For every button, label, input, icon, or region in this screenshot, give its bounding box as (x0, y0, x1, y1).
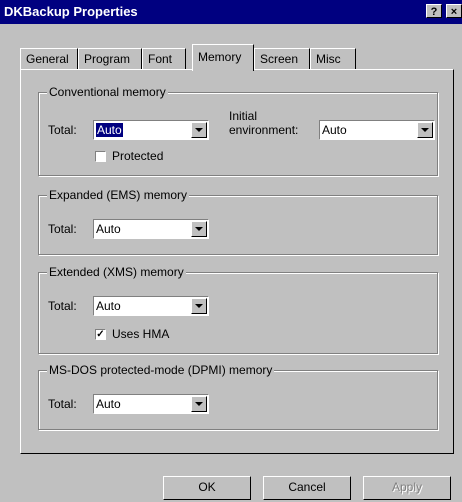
xms-total-value: Auto (96, 299, 121, 313)
initial-environment-label-line1: Initial (229, 109, 258, 123)
ems-total-select[interactable]: Auto (93, 219, 209, 239)
ems-total-label: Total: (48, 222, 77, 236)
initial-environment-label-line2: environment: (229, 123, 299, 137)
chevron-down-icon[interactable] (417, 122, 433, 138)
dpmi-memory-legend: MS-DOS protected-mode (DPMI) memory (47, 363, 275, 377)
chevron-down-icon[interactable] (191, 298, 207, 314)
chevron-down-icon[interactable] (191, 221, 207, 237)
help-button[interactable]: ? (426, 4, 442, 18)
cancel-button[interactable]: Cancel (263, 476, 351, 500)
conventional-total-select[interactable]: Auto (93, 120, 209, 140)
tab-program[interactable]: Program (78, 48, 142, 70)
checkmark-icon: ✓ (96, 329, 105, 340)
tab-general[interactable]: General (20, 48, 78, 70)
protected-label: Protected (112, 149, 164, 163)
chevron-down-icon[interactable] (191, 122, 207, 138)
uses-hma-checkbox[interactable]: ✓ (95, 329, 106, 340)
ems-total-value: Auto (96, 222, 121, 236)
ok-button[interactable]: OK (163, 476, 251, 500)
memory-panel: Conventional memory Total: Auto Initial … (20, 69, 454, 454)
conventional-memory-legend: Conventional memory (47, 85, 168, 99)
uses-hma-label: Uses HMA (112, 327, 170, 341)
dpmi-total-value: Auto (96, 397, 121, 411)
xms-memory-legend: Extended (XMS) memory (47, 265, 186, 279)
ems-memory-group: Expanded (EMS) memory Total: Auto (38, 188, 438, 255)
conventional-total-label: Total: (48, 123, 77, 137)
tab-memory[interactable]: Memory (192, 44, 254, 71)
tab-misc[interactable]: Misc (310, 48, 356, 70)
protected-checkbox[interactable] (95, 151, 106, 162)
ems-memory-legend: Expanded (EMS) memory (47, 188, 190, 202)
conventional-total-value: Auto (96, 123, 123, 137)
dpmi-memory-group: MS-DOS protected-mode (DPMI) memory Tota… (38, 363, 438, 430)
tab-font[interactable]: Font (142, 48, 186, 70)
window-title: DKBackup Properties (4, 4, 138, 19)
xms-total-label: Total: (48, 299, 77, 313)
tab-screen[interactable]: Screen (254, 48, 310, 70)
close-button[interactable]: × (446, 4, 462, 18)
initial-environment-value: Auto (322, 123, 347, 137)
xms-memory-group: Extended (XMS) memory Total: Auto ✓ Uses… (38, 265, 438, 354)
dpmi-total-select[interactable]: Auto (93, 394, 209, 414)
chevron-down-icon[interactable] (191, 396, 207, 412)
apply-button[interactable]: Apply (363, 476, 451, 500)
conventional-memory-group: Conventional memory Total: Auto Initial … (38, 85, 438, 176)
xms-total-select[interactable]: Auto (93, 296, 209, 316)
title-bar: DKBackup Properties ? × (0, 0, 462, 24)
initial-environment-select[interactable]: Auto (319, 120, 435, 140)
dpmi-total-label: Total: (48, 397, 77, 411)
